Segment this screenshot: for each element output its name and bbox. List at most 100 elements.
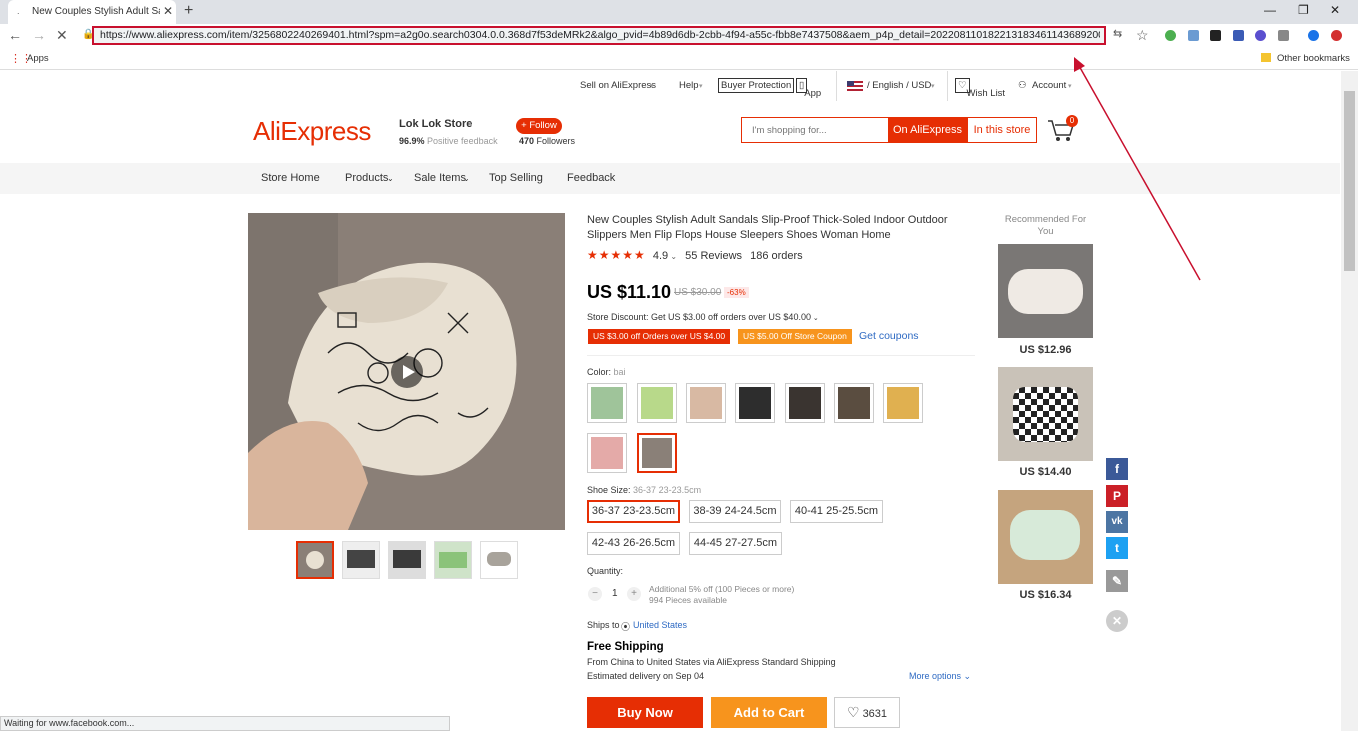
color-swatch[interactable] [587,433,627,473]
wishlist-button[interactable]: ♡ 3631 [834,697,900,728]
scrollbar-thumb[interactable] [1344,91,1355,271]
maximize-icon[interactable]: ❐ [1298,3,1309,17]
color-swatch[interactable] [834,383,874,423]
store-name[interactable]: Lok Lok Store [399,118,472,130]
reviews-link[interactable]: 55 Reviews [685,250,742,262]
other-bookmarks[interactable]: Other bookmarks [1277,53,1350,64]
twitter-share-icon[interactable]: t [1106,537,1128,559]
thumbnail-image [306,551,324,569]
color-swatch[interactable] [686,383,726,423]
new-tab-icon[interactable]: + [184,2,193,20]
main-product-image[interactable] [248,213,565,530]
color-swatch[interactable] [587,383,627,423]
extension-icon[interactable] [1188,30,1199,41]
quantity-decrease-button[interactable]: − [588,587,602,601]
quantity-value[interactable]: 1 [612,588,618,599]
chevron-down-icon: ⌄ [463,174,470,183]
color-swatch[interactable] [637,383,677,423]
extension-icon[interactable] [1233,30,1244,41]
thumbnail[interactable] [388,541,426,579]
get-coupons-link[interactable]: Get coupons [859,330,919,342]
rating-value[interactable]: 4.9 [653,250,668,262]
swatch-image [887,387,919,419]
location-pin-icon: ⦿ [621,622,631,632]
buy-now-button[interactable]: Buy Now [587,697,703,728]
locale-text: / English / USD [867,80,932,91]
product-price: US $11.10 [587,282,672,302]
size-option[interactable]: 44-45 27-27.5cm [689,532,782,555]
profile-icon[interactable] [1308,30,1319,41]
translate-icon[interactable]: ⇆ [1113,27,1122,40]
recommended-item-image[interactable] [998,367,1093,461]
ships-to-country[interactable]: United States [633,620,687,630]
nav-sale-items[interactable]: Sale Items [414,172,466,184]
more-options-link[interactable]: More options ⌄ [909,671,971,682]
wish-list-link[interactable]: ♡ Wish List [955,78,1005,99]
bookmark-star-icon[interactable]: ☆ [1136,27,1149,44]
aliexpress-logo[interactable]: AliExpress [253,116,371,147]
thumbnail-image [393,550,421,568]
buyer-protection-link[interactable]: Buyer Protection [718,78,795,93]
user-icon: ⚇ [1018,80,1027,91]
color-swatch-selected[interactable] [637,433,677,473]
help-link[interactable]: Help [679,80,699,91]
size-option[interactable]: 38-39 24-24.5cm [689,500,781,523]
coupon-badge[interactable]: US $3.00 off Orders over US $4.00 [588,329,731,344]
tab-close-icon[interactable]: ✕ [163,4,173,18]
facebook-share-icon[interactable]: f [1106,458,1128,480]
extension-icon[interactable] [1165,30,1176,41]
play-icon [403,365,415,379]
color-swatch[interactable] [785,383,825,423]
vk-share-icon[interactable]: vk [1106,511,1128,533]
thumbnail[interactable] [434,541,472,579]
close-window-icon[interactable]: ✕ [1330,3,1340,17]
extension-icon[interactable] [1210,30,1221,41]
extension-icon[interactable] [1331,30,1342,41]
search-on-aliexpress-button[interactable]: On AliExpress [888,117,967,143]
minimize-icon[interactable]: — [1264,3,1276,17]
nav-store-home[interactable]: Store Home [261,172,320,184]
search-in-store-button[interactable]: In this store [967,117,1037,143]
play-video-button[interactable] [391,356,423,388]
nav-top-selling[interactable]: Top Selling [489,172,543,184]
thumbnail[interactable] [296,541,334,579]
back-icon[interactable]: ← [8,27,22,43]
sell-link[interactable]: Sell on AliExpress [580,80,656,91]
browser-tab[interactable]: . New Couples Stylish Adult Sandals Slip… [8,0,176,24]
color-swatch[interactable] [883,383,923,423]
search-input[interactable] [741,117,889,143]
nav-products[interactable]: Products [345,172,388,184]
rating-stars: ★★★★★ [587,248,646,262]
size-option-selected[interactable]: 36-37 23-23.5cm [587,500,680,523]
address-bar[interactable]: https://www.aliexpress.com/item/32568022… [92,26,1106,45]
size-option[interactable]: 42-43 26-26.5cm [587,532,680,555]
recommended-item-shape [1010,510,1080,560]
close-share-icon[interactable]: ✕ [1106,610,1128,632]
chevron-down-icon: ▾ [699,83,703,90]
page-scrollbar[interactable] [1341,71,1358,731]
apps-link[interactable]: Apps [27,53,49,64]
store-discount[interactable]: Store Discount: Get US $3.00 off orders … [587,312,819,322]
thumbnail[interactable] [480,541,518,579]
nav-feedback[interactable]: Feedback [567,172,615,184]
store-coupon-badge[interactable]: US $5.00 Off Store Coupon [738,329,852,344]
bulk-discount-note: Additional 5% off (100 Pieces or more) [649,584,795,594]
add-to-cart-button[interactable]: Add to Cart [711,697,827,728]
thumbnail[interactable] [342,541,380,579]
pinterest-share-icon[interactable]: P [1106,485,1128,507]
extension-icon[interactable] [1255,30,1266,41]
heart-icon: ♡ [846,704,860,720]
extension-icon[interactable] [1278,30,1289,41]
quantity-increase-button[interactable]: + [627,587,641,601]
follow-button[interactable]: + Follow [516,118,562,134]
edit-icon[interactable]: ✎ [1106,570,1128,592]
size-option[interactable]: 40-41 25-25.5cm [790,500,883,523]
forward-icon[interactable]: → [32,27,46,43]
app-link[interactable]: ▯ App [796,78,821,99]
color-swatch[interactable] [735,383,775,423]
size-value: 36-37 23-23.5cm [633,485,702,495]
app-label: App [804,88,822,99]
product-title: New Couples Stylish Adult Sandals Slip-P… [587,214,948,241]
recommended-item-image[interactable] [998,490,1093,584]
stop-icon[interactable]: ✕ [56,27,68,44]
